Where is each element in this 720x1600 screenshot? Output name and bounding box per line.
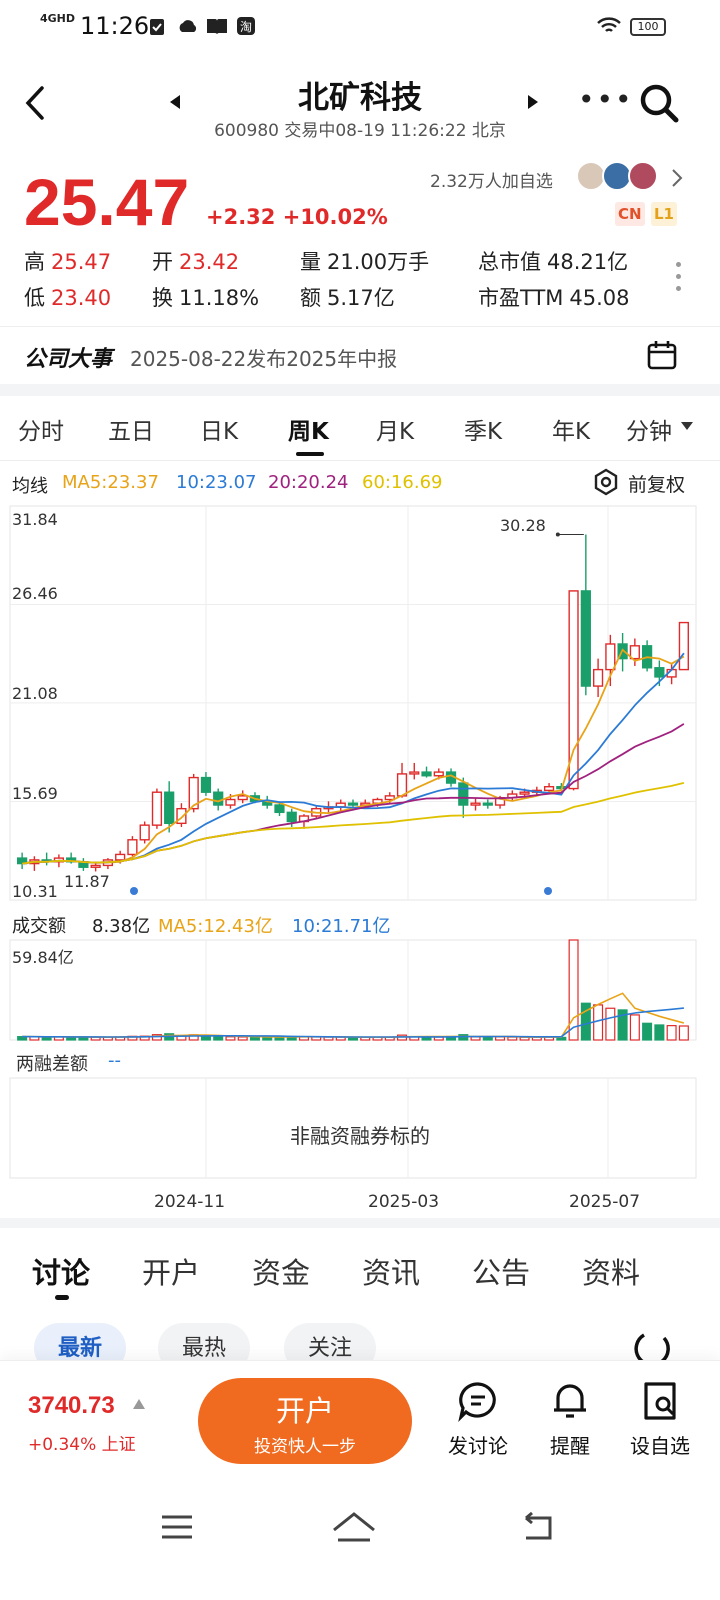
- divider: [0, 1218, 720, 1228]
- open-account-button[interactable]: 开户 投资快人一步: [198, 1378, 412, 1464]
- index-value[interactable]: 3740.73: [28, 1392, 115, 1420]
- candle-body: [151, 791, 163, 826]
- kline-chart[interactable]: [0, 0, 720, 1230]
- content-tab[interactable]: 资讯: [362, 1250, 420, 1292]
- volume-ma5: MA5:12.43亿: [158, 916, 273, 937]
- candle-body: [433, 771, 444, 777]
- candle-body: [347, 802, 359, 806]
- volume-bar: [495, 1036, 506, 1041]
- candle-body: [678, 621, 689, 671]
- volume-bar: [568, 939, 579, 1041]
- price-axis-label: 21.08: [12, 684, 58, 703]
- date-axis-label: 2025-03: [368, 1192, 440, 1212]
- content-tab[interactable]: 资金: [252, 1250, 310, 1292]
- candle-body: [90, 864, 101, 868]
- volume-bar: [225, 1036, 236, 1041]
- candle-body: [629, 645, 640, 660]
- action-label: 发讨论: [448, 1434, 508, 1458]
- volume-bar: [249, 1036, 260, 1041]
- volume-bar: [237, 1036, 248, 1041]
- volume-bar: [629, 1014, 640, 1041]
- candle-body: [421, 771, 432, 777]
- content-tab[interactable]: 公告: [472, 1250, 530, 1292]
- candle-body: [213, 791, 224, 806]
- candle-body: [200, 776, 212, 793]
- bell-icon: [554, 1384, 586, 1418]
- back-nav-icon[interactable]: [520, 1512, 556, 1542]
- margin-value: --: [108, 1050, 121, 1071]
- index-change: +0.34% 上证: [28, 1435, 136, 1455]
- candle-body: [409, 771, 420, 775]
- event-marker: [544, 887, 552, 895]
- candle-body: [115, 853, 126, 861]
- chat-icon: [458, 1382, 496, 1423]
- candle-body: [580, 590, 591, 687]
- volume-bar: [593, 1004, 604, 1041]
- candle-body: [139, 824, 150, 841]
- margin-note: 非融资融券标的: [290, 1124, 430, 1148]
- volume-bar: [213, 1035, 224, 1041]
- add-watchlist-button[interactable]: 设自选: [620, 1380, 700, 1459]
- volume-bar: [482, 1036, 493, 1041]
- volume-bar: [470, 1036, 481, 1041]
- content-tab[interactable]: 讨论: [32, 1250, 90, 1292]
- system-nav-bar: [0, 1500, 720, 1600]
- date-axis-label: 2024-11: [154, 1192, 226, 1212]
- margin-label: 两融差额: [16, 1054, 88, 1075]
- volume-bar: [605, 1007, 616, 1041]
- candle-body: [605, 643, 616, 671]
- volume-ma10: 10:21.71亿: [292, 916, 391, 937]
- active-tab-indicator: [55, 1295, 69, 1300]
- alert-button[interactable]: 提醒: [530, 1380, 610, 1459]
- candle-body: [396, 773, 408, 797]
- candle-body: [458, 782, 469, 806]
- price-axis-label: 26.46: [12, 584, 58, 603]
- add-watchlist-icon: [644, 1382, 676, 1420]
- ma-line: [21, 782, 685, 865]
- volume-bar: [678, 1025, 689, 1041]
- candle-body: [654, 667, 665, 678]
- price-axis-label: 15.69: [12, 784, 58, 803]
- candle-body: [482, 802, 493, 806]
- candle-body: [519, 791, 530, 795]
- open-account-title: 开户: [275, 1394, 334, 1428]
- volume-bar: [507, 1036, 518, 1041]
- candle-body: [164, 791, 175, 825]
- action-label: 设自选: [630, 1434, 690, 1458]
- candle-body: [286, 811, 297, 823]
- candle-body: [543, 786, 555, 792]
- price-axis-label: 10.31: [12, 882, 58, 901]
- volume-bar: [654, 1024, 665, 1041]
- candle-body: [592, 668, 604, 687]
- action-label: 提醒: [550, 1434, 590, 1458]
- high-marker: [555, 532, 560, 537]
- low-annotation: 11.87: [64, 872, 110, 891]
- content-tab[interactable]: 开户: [142, 1250, 200, 1292]
- ma-line: [21, 723, 685, 865]
- candle-body: [225, 798, 236, 806]
- post-discussion-button[interactable]: 发讨论: [438, 1380, 518, 1459]
- volume-bar: [642, 1022, 653, 1041]
- volume-label: 成交额: [12, 916, 66, 937]
- volume-current: 8.38亿: [92, 916, 151, 937]
- high-annotation: 30.28: [500, 516, 546, 535]
- open-account-subtitle: 投资快人一步: [254, 1437, 356, 1457]
- up-triangle-icon: [133, 1399, 145, 1409]
- date-axis-label: 2025-07: [569, 1192, 641, 1212]
- candle-body: [274, 804, 285, 814]
- candle-body: [237, 795, 248, 801]
- content-tab[interactable]: 资料: [582, 1250, 640, 1292]
- volume-axis-label: 59.84亿: [12, 948, 74, 967]
- candle-body: [127, 839, 138, 856]
- candle-body: [470, 802, 481, 806]
- volume-bar: [666, 1025, 677, 1041]
- home-icon[interactable]: [330, 1510, 378, 1542]
- price-axis-label: 31.84: [12, 510, 58, 529]
- menu-icon[interactable]: [160, 1514, 194, 1540]
- event-marker: [130, 887, 138, 895]
